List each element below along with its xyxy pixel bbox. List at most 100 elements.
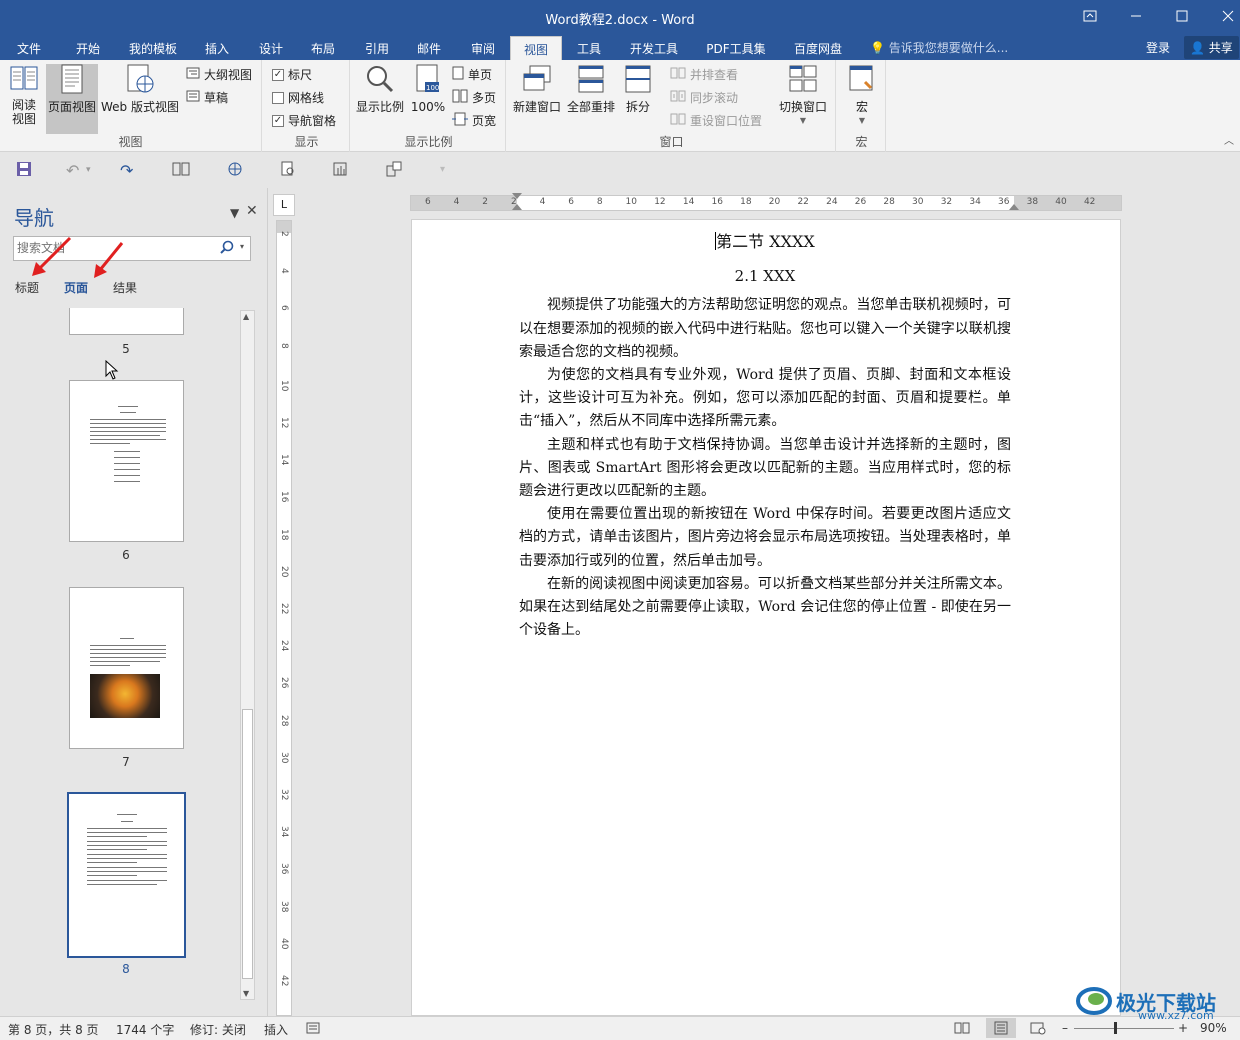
arrange-all-button[interactable]: 全部重排 [564, 64, 618, 130]
zoom-100-icon: 100 [408, 64, 448, 97]
print-preview-icon[interactable] [280, 161, 296, 181]
zoom-out-icon[interactable]: – [1062, 1021, 1068, 1035]
split-button[interactable]: 拆分 [618, 64, 658, 130]
tab-layout[interactable]: 布局 [302, 36, 344, 60]
tab-references[interactable]: 引用 [356, 36, 398, 60]
page-thumbnail-7[interactable] [69, 587, 184, 749]
reset-position-label: 重设窗口位置 [690, 114, 763, 128]
read-mode-status-icon[interactable] [954, 1021, 970, 1038]
document-paragraph[interactable]: 主题和样式也有助于文档保持协调。当您单击设计并选择新的主题时，图片、图表或 Sm… [519, 434, 1011, 504]
tab-baidu-pan[interactable]: 百度网盘 [786, 36, 850, 60]
scroll-up-icon[interactable]: ▲ [243, 312, 249, 321]
tell-me-box[interactable]: 💡 告诉我您想要做什么... [870, 39, 1008, 56]
ruler-checkbox[interactable]: ✓ 标尺 [272, 66, 312, 83]
tab-review[interactable]: 审阅 [462, 36, 504, 60]
zoom-button[interactable]: 显示比例 [354, 64, 406, 130]
print-layout-status-icon[interactable] [986, 1018, 1016, 1038]
touch-mode-icon[interactable] [332, 161, 348, 181]
zoom-level[interactable]: 90% [1200, 1021, 1227, 1035]
multi-page-button[interactable]: 多页 [452, 89, 496, 106]
collapse-ribbon-icon[interactable]: ︿ [1224, 132, 1234, 147]
tab-tools[interactable]: 工具 [568, 36, 610, 60]
nav-options-icon[interactable]: ▼ [230, 206, 239, 220]
nav-close-icon[interactable]: ✕ [246, 203, 258, 219]
web-layout-status-icon[interactable] [1030, 1021, 1046, 1038]
zoom-slider-knob[interactable] [1114, 1022, 1117, 1034]
reset-position-button[interactable]: 重设窗口位置 [670, 112, 762, 129]
web-layout-button[interactable]: Web 版式视图 [100, 64, 180, 130]
customize-icon[interactable] [386, 161, 402, 181]
track-changes-status[interactable]: 修订: 关闭 [190, 1021, 246, 1038]
page-number-8: 8 [122, 962, 130, 976]
search-dropdown-icon[interactable]: ▾ [240, 242, 244, 251]
tab-home[interactable]: 开始 [66, 36, 110, 60]
ruler-label: 标尺 [288, 68, 313, 82]
page-thumbnail-8[interactable] [67, 792, 186, 958]
tab-file[interactable]: 文件 [8, 36, 50, 60]
draft-view-button[interactable]: 草稿 [186, 89, 228, 106]
zoom-100-button[interactable]: 100 100% [408, 64, 448, 130]
page-thumbnail-5[interactable] [69, 308, 184, 335]
ribbon-display-icon[interactable] [1078, 6, 1102, 26]
save-icon[interactable] [16, 161, 32, 181]
tab-selector[interactable]: L [273, 194, 295, 216]
sync-scroll-button[interactable]: 同步滚动 [670, 89, 738, 106]
tab-view[interactable]: 视图 [510, 36, 562, 60]
horizontal-ruler[interactable]: 6 4 2 2 4 6 8 10 12 14 16 18 20 22 24 26 28 30 32 34 36 38 40 4… [410, 193, 1122, 211]
gridlines-checkbox[interactable]: 网格线 [272, 89, 324, 106]
read-mode-button[interactable]: 阅读 视图 [4, 64, 44, 130]
tab-insert[interactable]: 插入 [196, 36, 238, 60]
web-globe-icon[interactable] [226, 161, 244, 181]
tab-my-templates[interactable]: 我的模板 [122, 36, 184, 60]
document-heading-2[interactable]: 2.1 XXX [519, 265, 1011, 288]
login-link[interactable]: 登录 [1146, 39, 1170, 56]
nav-title: 导航 [14, 206, 54, 230]
search-icon[interactable] [220, 240, 234, 257]
document-page[interactable]: 第二节 XXXX 2.1 XXX 视频提供了功能强大的方法帮助您证明您的观点。当… [411, 219, 1121, 1016]
document-heading-1[interactable]: 第二节 XXXX [519, 230, 1011, 253]
page-thumbnail-6[interactable] [69, 380, 184, 542]
word-count-status[interactable]: 1744 个字 [116, 1021, 174, 1038]
ruler-tick-label: 8 [596, 197, 603, 207]
ruler-tick-label: 24 [826, 197, 838, 207]
page-width-button[interactable]: 页宽 [452, 112, 496, 129]
tab-design[interactable]: 设计 [250, 36, 292, 60]
zoom-slider[interactable] [1074, 1028, 1174, 1029]
ruler-tick-label: 22 [797, 197, 809, 207]
right-indent-marker[interactable] [1009, 204, 1019, 210]
one-page-button[interactable]: 单页 [452, 66, 492, 83]
document-paragraph[interactable]: 使用在需要位置出现的新按钮在 Word 中保存时间。若要更改图片适应文档的方式，… [519, 503, 1011, 573]
share-button[interactable]: 👤 共享 [1184, 36, 1239, 59]
maximize-icon[interactable] [1170, 6, 1194, 26]
redo-icon[interactable]: ↷ [120, 161, 133, 180]
document-paragraph[interactable]: 在新的阅读视图中阅读更加容易。可以折叠文档某些部分并关注所需文本。如果在达到结尾… [519, 573, 1011, 643]
document-paragraph[interactable]: 为使您的文档具有专业外观，Word 提供了页眉、页脚、封面和文本框设计，这些设计… [519, 364, 1011, 434]
page-count-status[interactable]: 第 8 页，共 8 页 [8, 1021, 99, 1038]
switch-windows-button[interactable]: 切换窗口 ▼ [774, 64, 832, 140]
magnifier-icon [354, 64, 406, 97]
navpane-checkbox[interactable]: ✓ 导航窗格 [272, 112, 336, 129]
outline-view-button[interactable]: 大纲视图 [186, 66, 252, 83]
macros-button[interactable]: 宏 ▼ [842, 64, 882, 140]
minimize-icon[interactable] [1124, 6, 1148, 26]
tab-mailings[interactable]: 邮件 [408, 36, 450, 60]
insert-mode-status[interactable]: 插入 [264, 1021, 288, 1038]
nav-scroll-thumb[interactable] [242, 709, 253, 979]
zoom-in-icon[interactable]: + [1178, 1021, 1188, 1035]
nav-scrollbar[interactable]: ▲ ▼ [240, 310, 255, 1000]
undo-dropdown-icon[interactable]: ▾ [86, 165, 91, 175]
read-mode-small-icon[interactable] [172, 161, 190, 180]
vertical-ruler[interactable]: 2 4 6 8 10 12 14 16 18 20 22 24 26 28 30 32 34 36 38 40 42 [276, 220, 292, 1016]
undo-icon[interactable]: ↶ [66, 161, 79, 180]
document-paragraph[interactable]: 视频提供了功能强大的方法帮助您证明您的观点。当您单击联机视频时，可以在想要添加的… [519, 294, 1011, 364]
print-layout-button[interactable]: 页面视图 [46, 64, 98, 134]
tab-developer[interactable]: 开发工具 [622, 36, 686, 60]
macro-record-icon[interactable] [306, 1021, 320, 1038]
close-icon[interactable] [1216, 6, 1240, 26]
scroll-down-icon[interactable]: ▼ [243, 989, 249, 998]
tab-pdf-tools[interactable]: PDF工具集 [700, 36, 772, 60]
new-window-button[interactable]: 新建窗口 [510, 64, 564, 130]
page-content[interactable]: 第二节 XXXX 2.1 XXX 视频提供了功能强大的方法帮助您证明您的观点。当… [519, 230, 1011, 642]
qat-more-icon[interactable]: ▾ [440, 164, 445, 175]
side-by-side-button[interactable]: 并排查看 [670, 66, 738, 83]
